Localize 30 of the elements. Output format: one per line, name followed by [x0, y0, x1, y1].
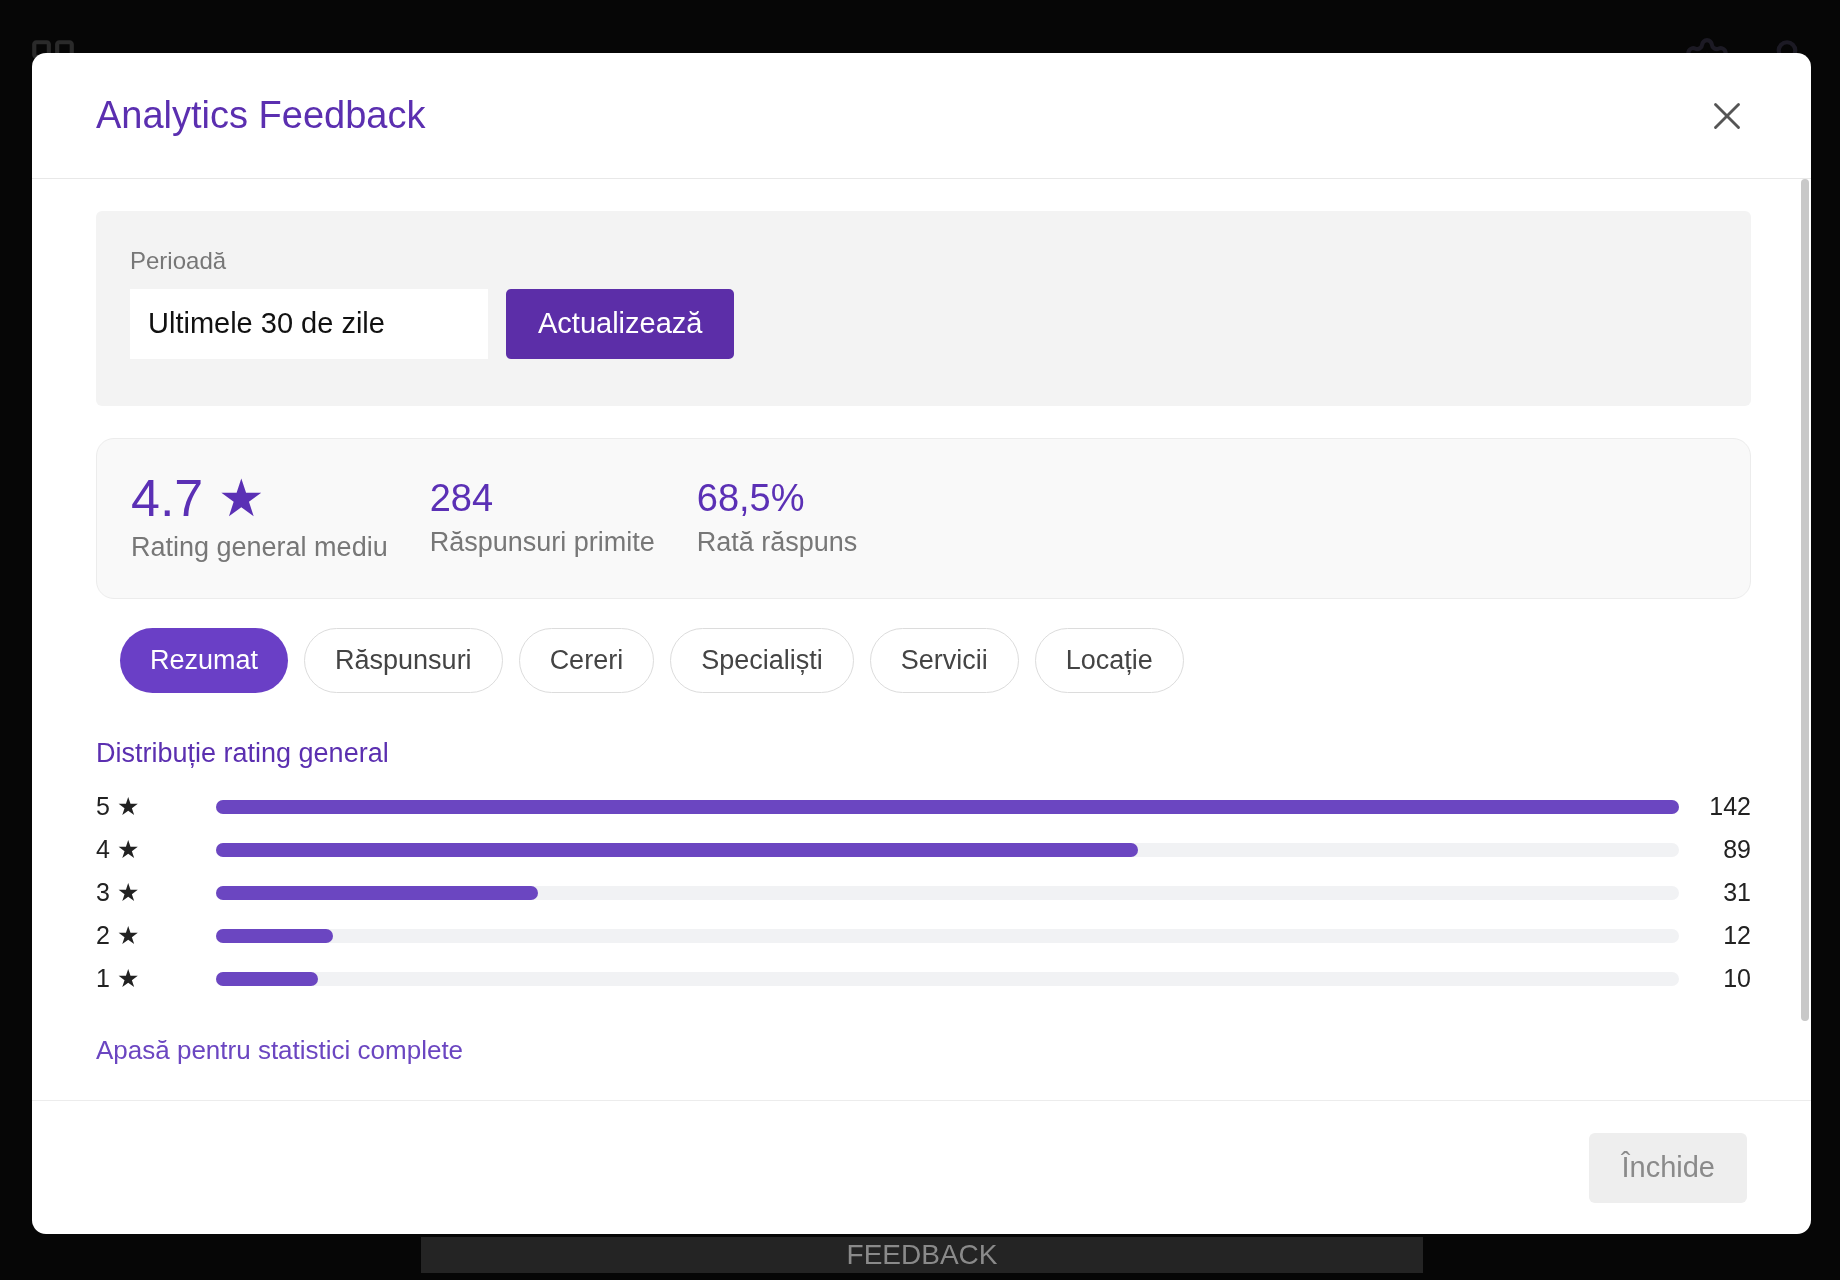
rating-label: 3 ★: [96, 877, 140, 909]
stat-label: Rată răspuns: [696, 526, 858, 560]
tab[interactable]: Cereri: [518, 628, 655, 693]
period-field[interactable]: Ultimele 30 de zile: [130, 289, 488, 359]
tab[interactable]: Rezumat: [120, 628, 289, 693]
tab[interactable]: Specialiști: [670, 628, 854, 693]
rating-count: 12: [1722, 920, 1751, 952]
update-button[interactable]: Actualizează: [506, 289, 735, 359]
tab[interactable]: Servicii: [869, 628, 1019, 693]
rating-label: 4 ★: [96, 834, 140, 866]
stat-label: Răspunsuri primite: [429, 526, 655, 560]
tab[interactable]: Locație: [1034, 628, 1184, 693]
stats-link[interactable]: Apasă pentru statistici complete: [96, 1030, 464, 1070]
rating-count: 31: [1722, 877, 1751, 909]
rating-count: 89: [1722, 834, 1751, 866]
footer-label: FEEDBACK: [846, 1241, 998, 1269]
stat-value: 4.7 ★: [131, 469, 266, 528]
stat-label: Rating general mediu: [131, 531, 388, 565]
section-title: Distribuție rating general: [96, 737, 390, 770]
tab[interactable]: Răspunsuri: [304, 628, 503, 693]
rating-label: 2 ★: [96, 920, 140, 952]
rating-count: 10: [1722, 963, 1751, 995]
rating-label: 5 ★: [96, 791, 140, 823]
rating-count: 142: [1708, 791, 1751, 823]
period-label: Perioadă: [130, 246, 228, 276]
dialog-title: Analytics Feedback: [96, 93, 426, 138]
rating-label: 1 ★: [96, 963, 140, 995]
scrollbar[interactable]: [1801, 179, 1809, 1021]
stat-value: 68,5%: [696, 476, 806, 522]
stat-value: 284: [429, 476, 495, 522]
